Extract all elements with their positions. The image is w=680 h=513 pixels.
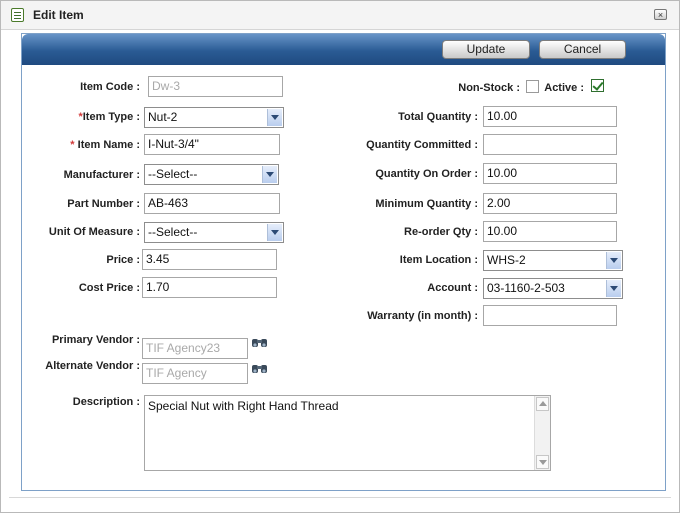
active-label: Active : xyxy=(544,82,584,94)
total-quantity-field[interactable]: 10.00 xyxy=(483,106,617,127)
item-code-label: Item Code : xyxy=(80,81,140,93)
description-scrollbar[interactable] xyxy=(534,396,550,470)
minimum-quantity-label: Minimum Quantity : xyxy=(375,198,478,210)
reorder-qty-field[interactable]: 10.00 xyxy=(483,221,617,242)
quantity-committed-label: Quantity Committed : xyxy=(366,139,478,151)
item-form: Item Code : Dw-3 *Item Type : Nut-2 * It… xyxy=(22,67,665,488)
required-marker: * xyxy=(70,139,78,151)
cancel-button[interactable]: Cancel xyxy=(539,40,626,59)
warranty-field[interactable] xyxy=(483,305,617,326)
primary-vendor-label: Primary Vendor : xyxy=(51,334,140,346)
quantity-committed-field[interactable] xyxy=(483,134,617,155)
form-panel: Update Cancel Item Code : Dw-3 *Item Typ… xyxy=(21,33,666,491)
title-bar: Edit Item × xyxy=(1,1,679,30)
item-code-field[interactable]: Dw-3 xyxy=(148,76,283,97)
manufacturer-value: --Select-- xyxy=(148,167,198,181)
item-location-select[interactable]: WHS-2 xyxy=(483,250,623,271)
minimum-quantity-field[interactable]: 2.00 xyxy=(483,193,617,214)
warranty-label: Warranty (in month) : xyxy=(367,310,478,322)
account-select[interactable]: 03-1160-2-503 xyxy=(483,278,623,299)
unit-of-measure-select[interactable]: --Select-- xyxy=(144,222,284,243)
price-label: Price : xyxy=(106,254,140,266)
item-type-label: *Item Type : xyxy=(78,111,140,123)
manufacturer-select[interactable]: --Select-- xyxy=(144,164,279,185)
manufacturer-label: Manufacturer : xyxy=(63,169,140,181)
chevron-down-icon xyxy=(267,224,282,241)
non-stock-label: Non-Stock : xyxy=(458,82,520,94)
item-name-label: * Item Name : xyxy=(70,139,140,151)
non-stock-checkbox[interactable] xyxy=(526,80,539,93)
chevron-down-icon xyxy=(606,252,621,269)
cost-price-field[interactable]: 1.70 xyxy=(142,277,277,298)
alternate-vendor-field[interactable]: TIF Agency xyxy=(142,363,248,384)
description-label: Description : xyxy=(72,396,140,408)
unit-of-measure-label: Unit Of Measure : xyxy=(48,226,140,238)
chevron-down-icon xyxy=(262,166,277,183)
part-number-field[interactable]: AB-463 xyxy=(144,193,280,214)
item-name-label-text: Item Name : xyxy=(77,139,140,151)
description-value: Special Nut with Right Hand Thread xyxy=(148,399,339,413)
cost-price-label: Cost Price : xyxy=(78,282,140,294)
chevron-down-icon xyxy=(267,109,282,126)
description-textarea[interactable]: Special Nut with Right Hand Thread xyxy=(144,395,551,471)
item-type-select[interactable]: Nut-2 xyxy=(144,107,284,128)
chevron-down-icon xyxy=(606,280,621,297)
alternate-vendor-label: Alternate Vendor : xyxy=(45,360,140,372)
scroll-up-icon[interactable] xyxy=(536,397,549,411)
dialog-title: Edit Item xyxy=(33,8,84,22)
item-location-value: WHS-2 xyxy=(487,253,526,267)
binoculars-icon[interactable] xyxy=(251,362,269,375)
item-location-label: Item Location : xyxy=(399,254,478,266)
price-field[interactable]: 3.45 xyxy=(142,249,277,270)
quantity-on-order-label: Quantity On Order : xyxy=(375,168,478,180)
update-button[interactable]: Update xyxy=(442,40,530,59)
edit-item-dialog: Edit Item × Update Cancel Item Code : Dw… xyxy=(0,0,680,513)
total-quantity-label: Total Quantity : xyxy=(398,111,478,123)
account-value: 03-1160-2-503 xyxy=(487,281,565,295)
reorder-qty-label: Re-order Qty : xyxy=(404,226,478,238)
scroll-down-icon[interactable] xyxy=(536,455,549,469)
dialog-footer xyxy=(9,497,671,508)
form-icon xyxy=(11,8,24,22)
unit-of-measure-value: --Select-- xyxy=(148,225,198,239)
quantity-on-order-field[interactable]: 10.00 xyxy=(483,163,617,184)
account-label: Account : xyxy=(427,282,478,294)
part-number-label: Part Number : xyxy=(67,198,140,210)
close-icon[interactable]: × xyxy=(654,9,667,20)
item-type-value: Nut-2 xyxy=(148,110,178,124)
action-toolbar: Update Cancel xyxy=(22,34,665,65)
binoculars-icon[interactable] xyxy=(251,336,269,349)
item-type-label-text: Item Type : xyxy=(82,111,140,123)
item-name-field[interactable]: I-Nut-3/4" xyxy=(144,134,280,155)
primary-vendor-field[interactable]: TIF Agency23 xyxy=(142,338,248,359)
active-checkbox[interactable] xyxy=(591,79,604,92)
